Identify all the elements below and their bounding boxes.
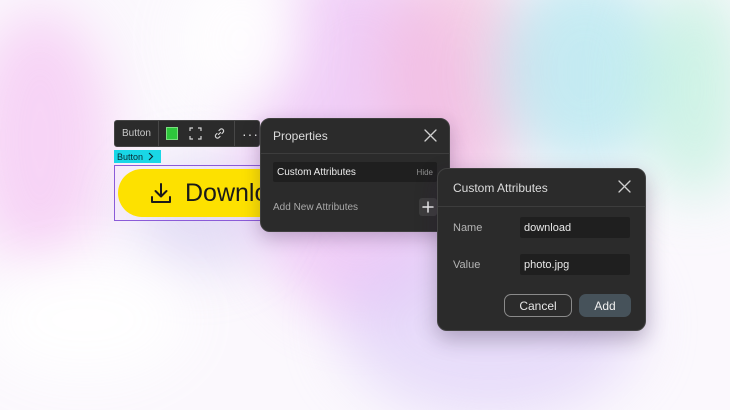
download-button[interactable]: Download	[118, 169, 273, 217]
link-icon[interactable]	[212, 126, 226, 141]
chevron-right-icon	[148, 152, 154, 161]
plus-icon	[422, 201, 434, 213]
color-swatch-icon[interactable]	[165, 127, 179, 140]
properties-panel: Properties Custom Attributes Hide Add Ne…	[260, 118, 450, 232]
element-tag-label: Button	[117, 151, 144, 162]
add-button[interactable]: Add	[579, 294, 631, 317]
close-icon[interactable]	[424, 129, 437, 147]
dialog-title: Custom Attributes	[453, 181, 548, 195]
element-type-label: Button	[115, 121, 159, 146]
name-label: Name	[453, 222, 483, 234]
name-field[interactable]	[520, 217, 630, 238]
element-toolbar: Button ···	[114, 120, 260, 147]
value-label: Value	[453, 259, 481, 271]
download-icon	[149, 181, 173, 205]
element-tag[interactable]: Button	[114, 150, 161, 163]
cancel-button[interactable]: Cancel	[504, 294, 572, 317]
add-attribute-button[interactable]	[419, 198, 437, 216]
close-icon[interactable]	[618, 180, 631, 198]
expand-icon[interactable]	[188, 126, 202, 141]
add-attribute-row: Add New Attributes	[273, 198, 437, 216]
more-icon[interactable]: ···	[242, 127, 259, 141]
value-field[interactable]	[520, 254, 630, 275]
custom-attributes-section-header[interactable]: Custom Attributes Hide	[273, 162, 437, 182]
add-attributes-label: Add New Attributes	[273, 201, 359, 213]
selected-element-outline: Download	[114, 165, 274, 221]
properties-title: Properties	[273, 129, 328, 143]
hide-toggle[interactable]: Hide	[417, 168, 437, 177]
section-title: Custom Attributes	[277, 166, 356, 178]
custom-attributes-dialog: Custom Attributes Name Value Cancel Add	[437, 168, 646, 331]
